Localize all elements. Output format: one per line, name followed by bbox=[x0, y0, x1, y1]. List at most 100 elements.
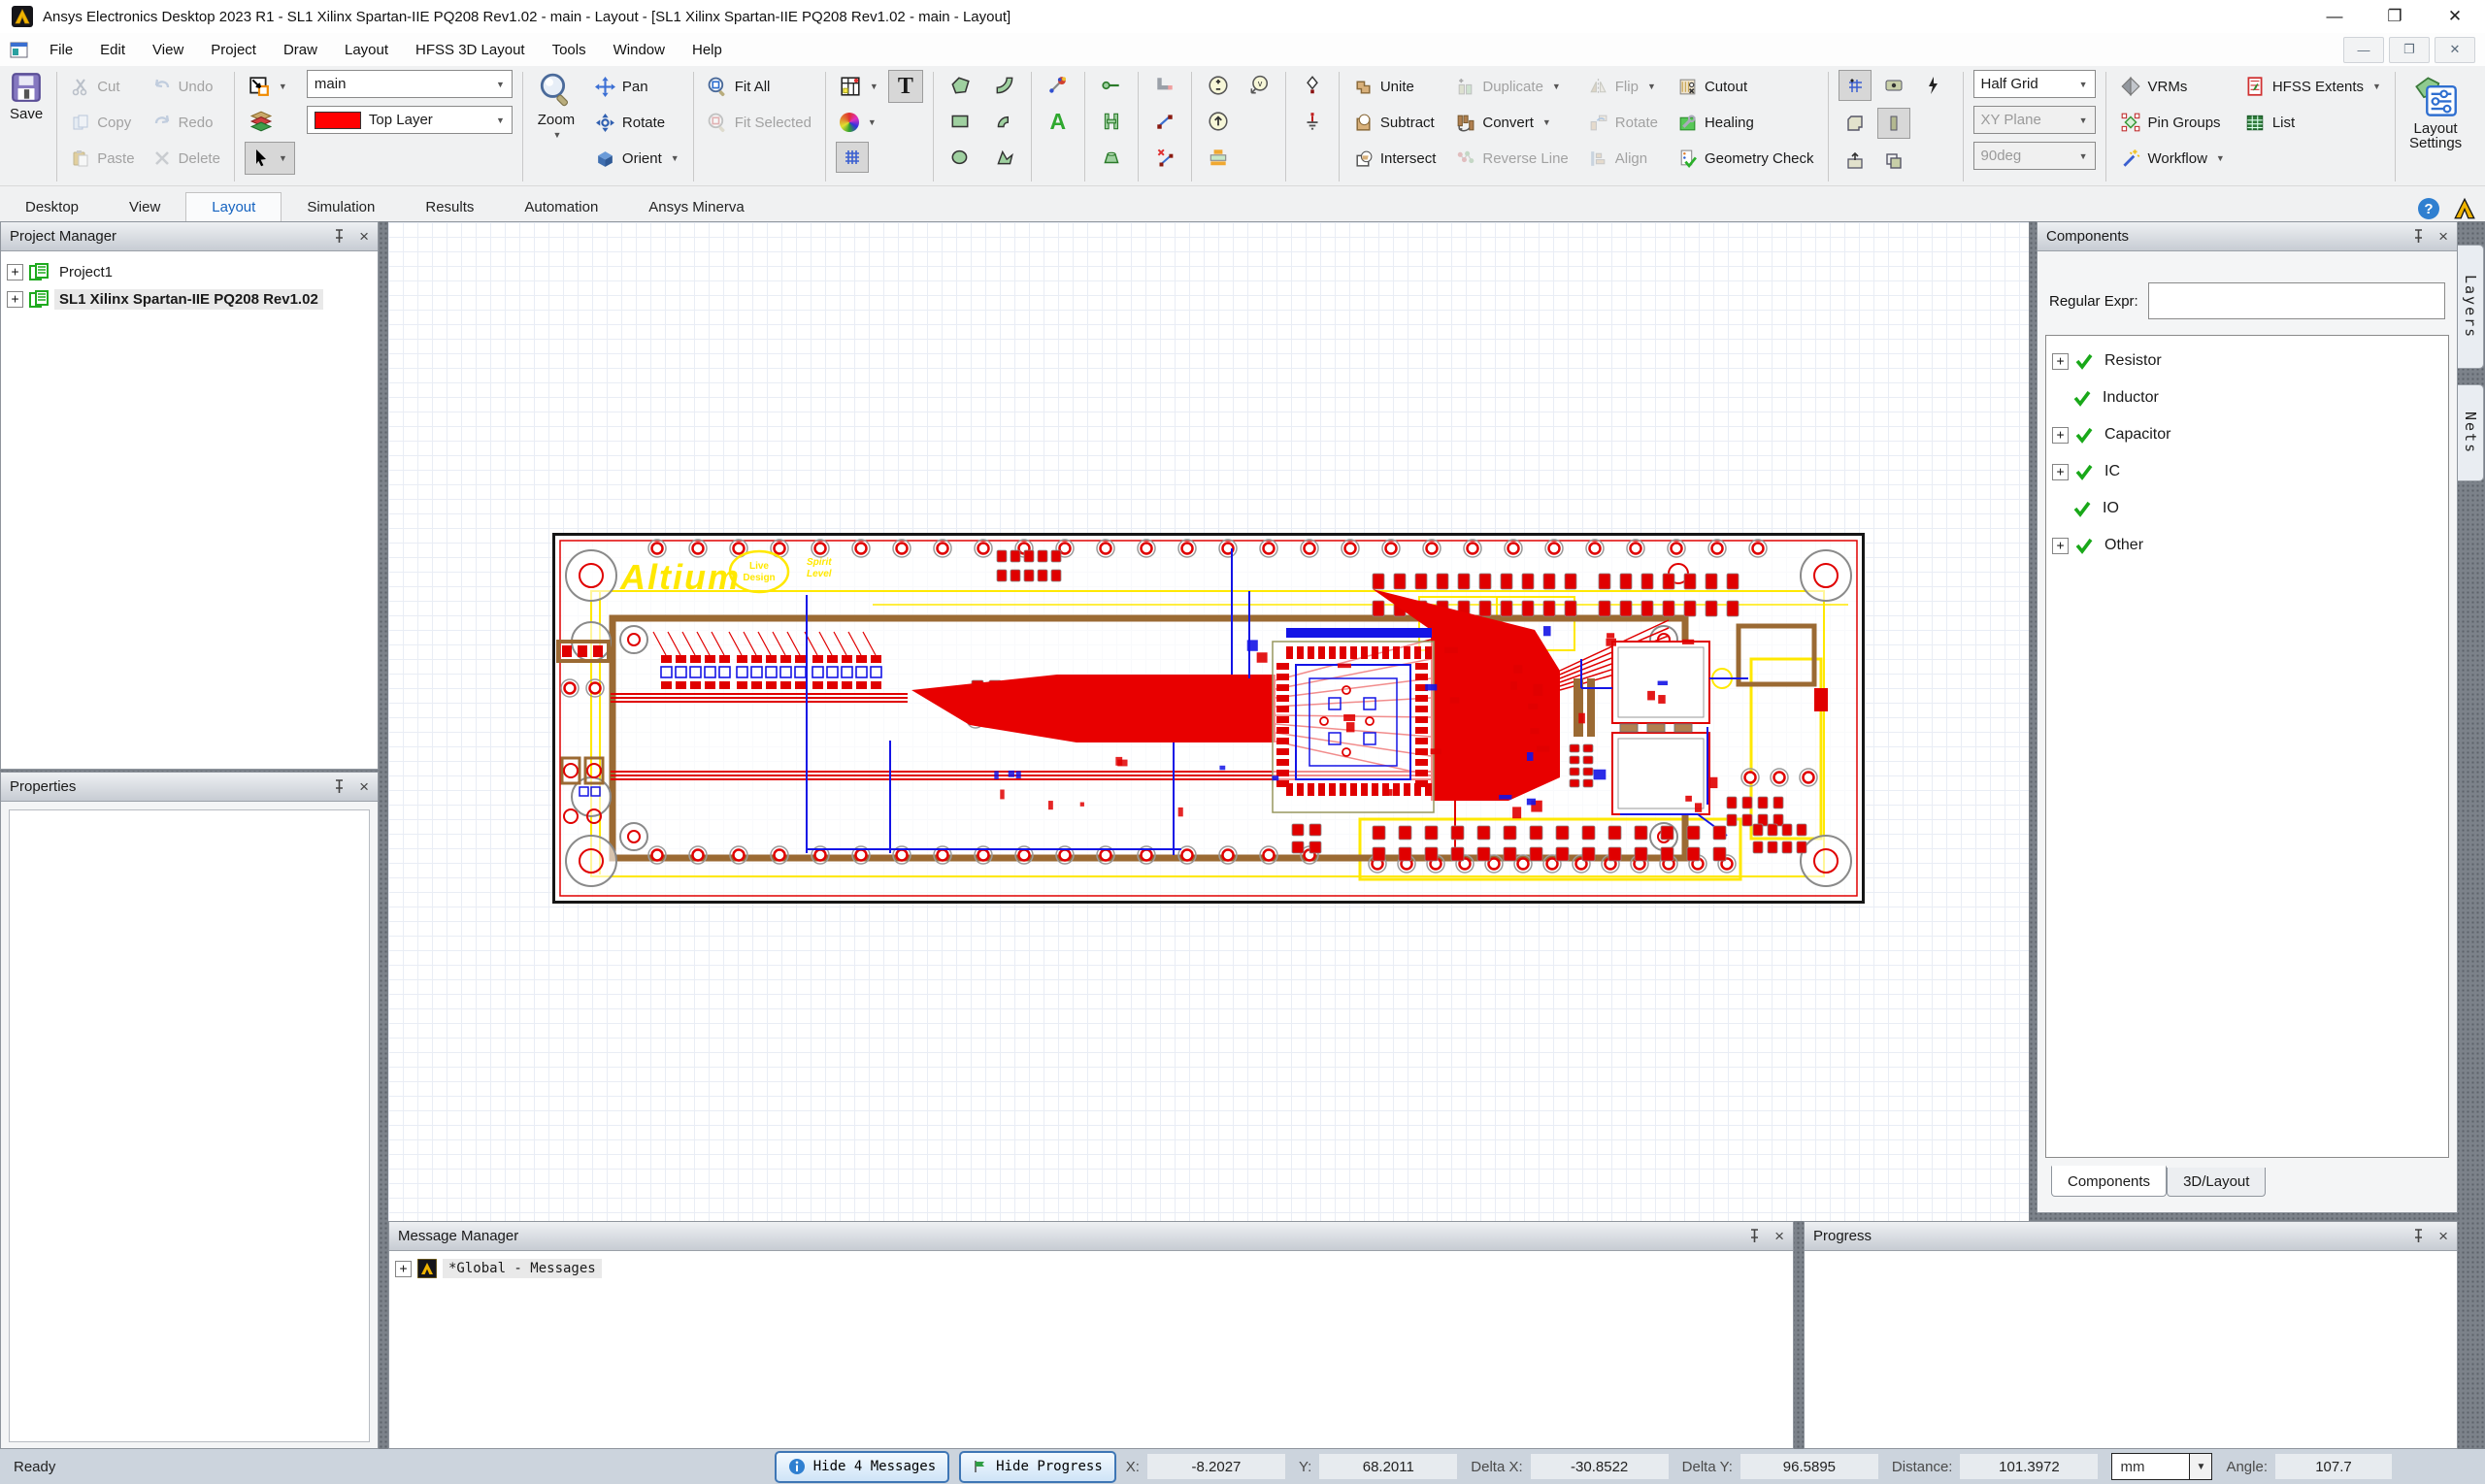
fit-all-button[interactable]: Fit All bbox=[704, 70, 815, 103]
draw-polyline-button[interactable] bbox=[988, 142, 1021, 173]
pin-button[interactable] bbox=[1296, 70, 1329, 101]
delete-button[interactable]: Delete bbox=[149, 142, 224, 175]
check-icon[interactable] bbox=[2072, 499, 2092, 518]
layout-settings-button[interactable]: Layout Settings bbox=[2400, 68, 2471, 185]
bend-button[interactable] bbox=[1148, 70, 1181, 101]
expand-icon[interactable]: + bbox=[2052, 353, 2069, 370]
pin-panel-icon[interactable] bbox=[333, 229, 346, 244]
via-button[interactable] bbox=[1095, 70, 1128, 101]
help-icon[interactable]: ? bbox=[2417, 197, 2440, 220]
draw-arc-segment-button[interactable] bbox=[988, 106, 1021, 137]
unit-combo[interactable]: mm▼ bbox=[2111, 1453, 2212, 1480]
line-segment-button[interactable] bbox=[1148, 106, 1181, 137]
transmission-line-button[interactable] bbox=[1095, 106, 1128, 137]
menu-window[interactable]: Window bbox=[600, 33, 679, 66]
chevron-down-icon[interactable]: ▼ bbox=[2189, 1454, 2211, 1479]
close-panel-icon[interactable]: × bbox=[2438, 1228, 2448, 1244]
expand-icon[interactable]: + bbox=[2052, 464, 2069, 480]
restore-button[interactable]: ❐ bbox=[2365, 1, 2425, 33]
stackup-button[interactable] bbox=[1202, 142, 1235, 173]
mdi-minimize-button[interactable]: — bbox=[2343, 37, 2384, 63]
outline-display-button[interactable] bbox=[1839, 108, 1872, 139]
pick-mode-button[interactable]: ▼ bbox=[245, 70, 295, 103]
plane-display-button[interactable] bbox=[1877, 108, 1910, 139]
check-icon[interactable] bbox=[2074, 351, 2094, 371]
vrms-button[interactable]: VRMs bbox=[2116, 70, 2229, 103]
remove-segment-button[interactable] bbox=[1148, 142, 1181, 173]
probe-button[interactable] bbox=[1042, 70, 1075, 101]
pin-panel-icon[interactable] bbox=[333, 779, 346, 794]
unite-button[interactable]: Unite bbox=[1349, 70, 1441, 103]
source-up-button[interactable] bbox=[1202, 106, 1235, 137]
plane-combo[interactable]: XY Plane▼ bbox=[1973, 106, 2096, 134]
convert-button[interactable]: Convert▼ bbox=[1451, 106, 1572, 139]
minimize-button[interactable]: — bbox=[2304, 1, 2365, 33]
color-wheel-button[interactable]: ▼ bbox=[836, 106, 882, 139]
close-panel-icon[interactable]: × bbox=[359, 228, 369, 245]
close-panel-icon[interactable]: × bbox=[2438, 228, 2448, 245]
draw-arc-button[interactable] bbox=[988, 70, 1021, 101]
reverse-line-button[interactable]: Reverse Line bbox=[1451, 142, 1572, 175]
tree-item-active-project[interactable]: + SL1 Xilinx Spartan-IIE PQ208 Rev1.02 bbox=[7, 285, 372, 313]
draw-polygon-button[interactable] bbox=[944, 70, 977, 101]
rotate-view-button[interactable]: Rotate bbox=[591, 106, 683, 139]
close-panel-icon[interactable]: × bbox=[1774, 1228, 1784, 1244]
healing-button[interactable]: Healing bbox=[1673, 106, 1818, 139]
copy-button[interactable]: Copy bbox=[67, 106, 138, 139]
cutout-button[interactable]: Cutout bbox=[1673, 70, 1818, 103]
tab-nets[interactable]: Nets bbox=[2458, 384, 2484, 481]
expand-icon[interactable]: + bbox=[7, 291, 23, 308]
menu-hfss-3d-layout[interactable]: HFSS 3D Layout bbox=[402, 33, 539, 66]
pad-display-button[interactable] bbox=[1877, 70, 1910, 101]
pin-panel-icon[interactable] bbox=[2412, 1229, 2425, 1243]
duplicate-button[interactable]: Duplicate▼ bbox=[1451, 70, 1572, 103]
paste-button[interactable]: Paste bbox=[67, 142, 138, 175]
mdi-restore-button[interactable]: ❐ bbox=[2389, 37, 2430, 63]
intersect-button[interactable]: Intersect bbox=[1349, 142, 1441, 175]
zoom-button[interactable]: Zoom▼ bbox=[527, 68, 585, 185]
window-grid-button[interactable]: ▼ bbox=[836, 70, 882, 103]
component-category-capacitor[interactable]: + Capacitor bbox=[2052, 416, 2442, 453]
align-button[interactable]: Align bbox=[1584, 142, 1662, 175]
tab-components[interactable]: Components bbox=[2051, 1166, 2167, 1197]
prism-button[interactable] bbox=[1095, 142, 1128, 173]
draw-text-button[interactable]: A bbox=[1042, 106, 1075, 137]
overlap-display-button[interactable] bbox=[1877, 146, 1910, 177]
layout-canvas[interactable]: Altium Live Design Spirit Level bbox=[388, 221, 2029, 1221]
geometry-check-button[interactable]: Geometry Check bbox=[1673, 142, 1818, 175]
pcb-board[interactable]: Altium Live Design Spirit Level bbox=[552, 533, 1865, 904]
pan-button[interactable]: Pan bbox=[591, 70, 683, 103]
rotate-arrange-button[interactable]: Rotate bbox=[1584, 106, 1662, 139]
tab-results[interactable]: Results bbox=[400, 193, 499, 221]
select-cursor-button[interactable]: ▼ bbox=[245, 142, 295, 175]
export-board-button[interactable] bbox=[1839, 146, 1872, 177]
component-category-ic[interactable]: + IC bbox=[2052, 453, 2442, 490]
close-panel-icon[interactable]: × bbox=[359, 778, 369, 795]
regular-expr-input[interactable] bbox=[2148, 282, 2445, 319]
dot-grid-button[interactable] bbox=[1839, 70, 1872, 101]
draw-rectangle-button[interactable] bbox=[944, 106, 977, 137]
menu-project[interactable]: Project bbox=[197, 33, 270, 66]
hfss-extents-button[interactable]: HFSS Extents▼ bbox=[2240, 70, 2385, 103]
save-button[interactable]: Save bbox=[0, 68, 52, 185]
redo-button[interactable]: Redo bbox=[149, 106, 224, 139]
menu-view[interactable]: View bbox=[139, 33, 197, 66]
check-icon[interactable] bbox=[2074, 536, 2094, 555]
mdi-close-button[interactable]: ✕ bbox=[2435, 37, 2475, 63]
expand-icon[interactable]: + bbox=[7, 264, 23, 280]
tab-automation[interactable]: Automation bbox=[499, 193, 623, 221]
menu-draw[interactable]: Draw bbox=[270, 33, 331, 66]
list-button[interactable]: List bbox=[2240, 106, 2385, 139]
active-layer-combo[interactable]: Top Layer▼ bbox=[307, 106, 513, 134]
menu-file[interactable]: File bbox=[36, 33, 86, 66]
source-v-button[interactable]: v bbox=[1242, 70, 1276, 101]
grid-toggle-button[interactable] bbox=[836, 142, 869, 173]
hide-progress-button[interactable]: Hide Progress bbox=[959, 1451, 1116, 1483]
pin-panel-icon[interactable] bbox=[2412, 229, 2425, 244]
fit-selected-button[interactable]: Fit Selected bbox=[704, 106, 815, 139]
menu-edit[interactable]: Edit bbox=[86, 33, 139, 66]
expand-icon[interactable]: + bbox=[2052, 427, 2069, 444]
angle-snap-combo[interactable]: 90deg▼ bbox=[1973, 142, 2096, 170]
check-icon[interactable] bbox=[2072, 388, 2092, 408]
tab-layers[interactable]: Layers bbox=[2458, 245, 2484, 369]
